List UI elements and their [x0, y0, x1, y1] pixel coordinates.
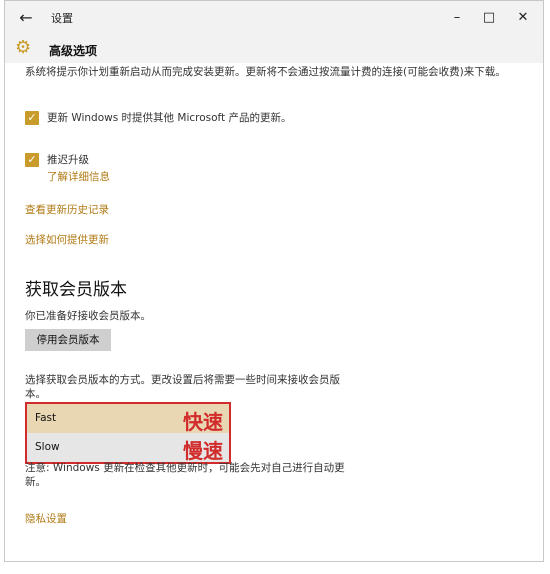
update-history-link[interactable]: 查看更新历史记录 — [25, 202, 109, 217]
restart-notice-text: 系统将提示你计划重新启动从而完成安装更新。更新将不会通过按流量计费的连接(可能会… — [25, 66, 506, 78]
option-fast[interactable]: Fast 快速 — [27, 404, 229, 434]
maximize-icon[interactable]: □ — [475, 7, 503, 29]
insider-level-options: Fast 快速 Slow 慢速 — [25, 402, 231, 464]
checkbox-other-products[interactable]: ✓ 更新 Windows 时提供其他 Microsoft 产品的更新。 — [25, 111, 292, 125]
window-title: 设置 — [51, 12, 73, 25]
option-slow-label: Slow — [35, 441, 60, 453]
checkbox-other-products-label: 更新 Windows 时提供其他 Microsoft 产品的更新。 — [47, 112, 292, 124]
privacy-settings-link[interactable]: 隐私设置 — [25, 511, 67, 526]
option-slow-annotation: 慢速 — [183, 439, 223, 463]
option-slow[interactable]: Slow 慢速 — [27, 433, 229, 463]
option-fast-label: Fast — [35, 412, 57, 424]
title-bar: ← 设置 – □ ✕ — [5, 1, 543, 35]
delivery-options-link[interactable]: 选择如何提供更新 — [25, 232, 109, 247]
stop-insider-button[interactable]: 停用会员版本 — [25, 329, 111, 351]
checkbox-defer-upgrades[interactable]: ✓ 推迟升级 — [25, 153, 89, 167]
insider-ready-text: 你已准备好接收会员版本。 — [25, 310, 151, 322]
checkmark-icon[interactable]: ✓ — [25, 153, 39, 167]
minimize-icon[interactable]: – — [443, 7, 471, 29]
checkmark-icon[interactable]: ✓ — [25, 111, 39, 125]
update-note-text: 注意: Windows 更新在检查其他更新时，可能会先对自己进行自动更新。 — [25, 462, 345, 488]
learn-more-link[interactable]: 了解详细信息 — [47, 169, 110, 184]
settings-window: ← 设置 – □ ✕ ⚙ 高级选项 系统将提示你计划重新启动从而完成安装更新。更… — [4, 0, 544, 562]
gear-icon: ⚙ — [15, 37, 32, 58]
checkbox-defer-label: 推迟升级 — [47, 154, 89, 166]
insider-description: 选择获取会员版本的方式。更改设置后将需要一些时间来接收会员版本。 — [25, 374, 340, 400]
page-header: ⚙ 高级选项 — [5, 35, 543, 63]
close-icon[interactable]: ✕ — [509, 7, 537, 29]
option-fast-annotation: 快速 — [183, 410, 223, 434]
insider-section-title: 获取会员版本 — [25, 280, 127, 300]
settings-content: 系统将提示你计划重新启动从而完成安装更新。更新将不会通过按流量计费的连接(可能会… — [5, 63, 543, 561]
page-title: 高级选项 — [49, 44, 98, 58]
back-arrow-icon[interactable]: ← — [15, 7, 37, 29]
